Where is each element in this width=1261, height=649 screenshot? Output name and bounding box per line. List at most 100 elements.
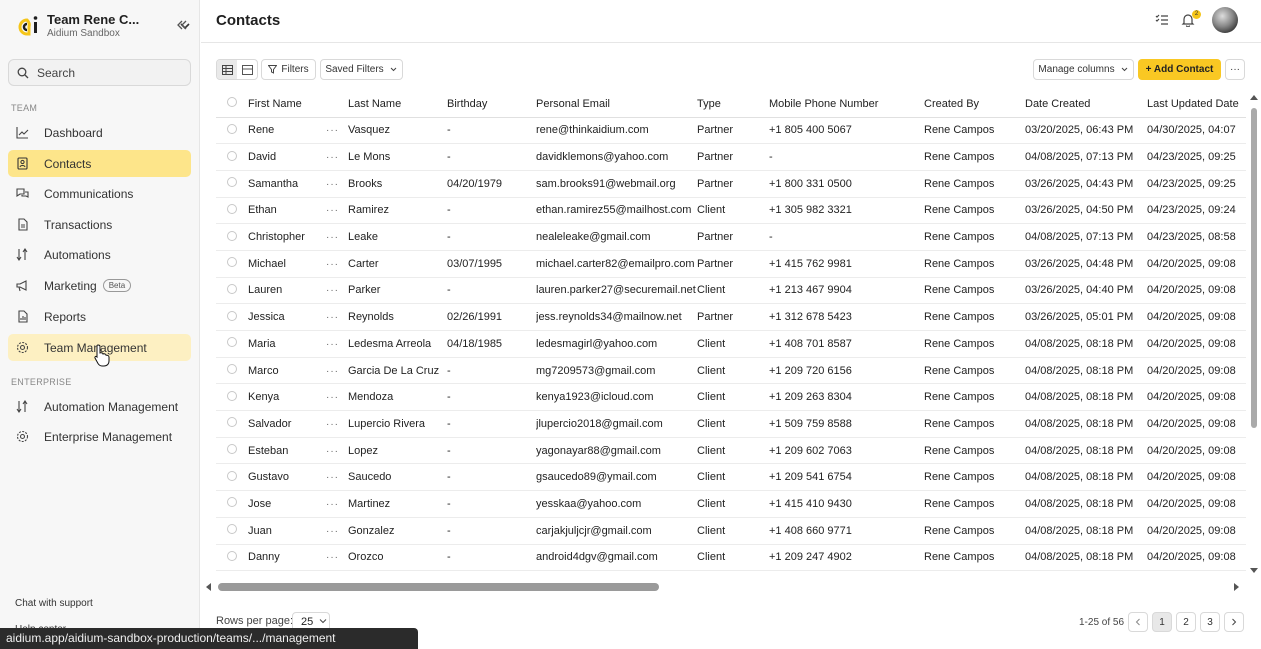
chat-support-link[interactable]: Chat with support [15,598,93,609]
column-header[interactable]: First Name [248,91,326,118]
board-view-button[interactable] [237,60,257,79]
table-row[interactable]: Christopher ··· Leake - nealeleake@gmail.com… [216,223,1246,251]
table-view-button[interactable] [217,60,237,79]
row-checkbox[interactable] [216,490,248,518]
row-actions-icon[interactable]: ··· [326,517,348,545]
table-row[interactable]: Salvador ··· Lupercio Rivera - jlupercio2018… [216,410,1246,438]
row-actions-icon[interactable]: ··· [326,463,348,492]
row-checkbox[interactable] [216,410,248,438]
row-actions-icon[interactable]: ··· [326,170,348,198]
row-checkbox[interactable] [216,277,248,305]
page-button-1[interactable]: 1 [1152,612,1172,632]
row-actions-icon[interactable]: ··· [326,357,348,385]
row-checkbox[interactable] [216,437,248,465]
table-cell: Ledesma Arreola [348,330,447,358]
row-actions-icon[interactable]: ··· [326,143,348,171]
sidebar-item-transactions[interactable]: Transactions [8,211,191,238]
saved-filters-dropdown[interactable]: Saved Filters [320,59,403,80]
row-checkbox[interactable] [216,117,248,145]
table-cell: Danny [248,544,326,572]
table-cell: Partner [697,170,769,198]
row-checkbox[interactable] [216,517,248,545]
table-row[interactable]: Gustavo ··· Saucedo - gsaucedo89@ymail.com Cl… [216,463,1246,492]
row-actions-icon[interactable]: ··· [326,223,348,251]
row-checkbox[interactable] [216,544,248,572]
row-actions-icon[interactable]: ··· [326,303,348,331]
sidebar-item-contacts[interactable]: Contacts [8,150,191,177]
table-row[interactable]: Maria ··· Ledesma Arreola 04/18/1985 ledesma… [216,330,1246,358]
row-actions-icon[interactable]: ··· [326,410,348,438]
row-actions-icon[interactable]: ··· [326,437,348,465]
table-row[interactable]: Lauren ··· Parker - lauren.parker27@securema… [216,277,1246,305]
column-header[interactable]: Last Updated Date [1147,91,1246,118]
row-actions-icon[interactable]: ··· [326,383,348,412]
row-checkbox[interactable] [216,223,248,251]
row-actions-icon[interactable]: ··· [326,490,348,518]
row-checkbox[interactable] [216,330,248,358]
table-row[interactable]: Juan ··· Gonzalez - carjakjuljcjr@gmail.com C… [216,517,1246,545]
row-checkbox[interactable] [216,197,248,225]
table-cell: 04/23/2025, 09:25 [1147,170,1246,198]
row-actions-icon[interactable]: ··· [326,277,348,305]
table-cell: Rene Campos [924,250,1025,278]
row-checkbox[interactable] [216,463,248,492]
column-header[interactable]: Type [697,91,769,118]
vertical-scroll-thumb[interactable] [1251,108,1257,428]
table-row[interactable]: Marco ··· Garcia De La Cruz - mg7209573@gmai… [216,357,1246,385]
row-checkbox[interactable] [216,383,248,412]
next-page-button[interactable] [1224,612,1244,632]
row-actions-icon[interactable]: ··· [326,330,348,358]
table-cell: +1 305 982 3321 [769,197,924,225]
sidebar-item-automations[interactable]: Automations [8,241,191,268]
row-checkbox[interactable] [216,170,248,198]
sidebar-item-automation-management[interactable]: Automation Management [8,393,191,420]
table-row[interactable]: Danny ··· Orozco - android4dgv@gmail.com Clie… [216,544,1246,572]
row-actions-icon[interactable]: ··· [326,117,348,145]
sidebar-item-reports[interactable]: Reports [8,303,191,330]
add-contact-button[interactable]: + Add Contact [1138,59,1221,80]
select-all-checkbox[interactable] [216,91,248,118]
row-checkbox[interactable] [216,357,248,385]
table-cell: Le Mons [348,143,447,171]
column-header[interactable]: Date Created [1025,91,1147,118]
manage-columns-dropdown[interactable]: Manage columns [1033,59,1134,80]
horizontal-scroll-thumb[interactable] [218,583,659,591]
sidebar-item-communications[interactable]: Communications [8,180,191,207]
column-header[interactable]: Mobile Phone Number [769,91,924,118]
more-options-button[interactable]: ··· [1225,59,1245,80]
sidebar-item-dashboard[interactable]: Dashboard [8,119,191,146]
collapse-sidebar-icon[interactable] [174,18,188,32]
page-button-3[interactable]: 3 [1200,612,1220,632]
user-avatar[interactable] [1212,7,1238,33]
table-row[interactable]: Esteban ··· Lopez - yagonayar88@gmail.com Cli… [216,437,1246,465]
table-row[interactable]: Samantha ··· Brooks 04/20/1979 sam.brooks91@… [216,170,1246,198]
checklist-icon[interactable] [1155,13,1169,27]
column-header[interactable]: Created By [924,91,1025,118]
table-row[interactable]: Kenya ··· Mendoza - kenya1923@icloud.com Clie… [216,383,1246,412]
row-actions-icon[interactable]: ··· [326,250,348,278]
table-row[interactable]: Michael ··· Carter 03/07/1995 michael.carter… [216,250,1246,278]
table-row[interactable]: David ··· Le Mons - davidklemons@yahoo.com Pa… [216,143,1246,171]
search-input[interactable]: Search [8,59,191,86]
team-switcher[interactable]: Team Rene C... Aidium Sandbox [16,11,192,41]
column-header[interactable]: Personal Email [536,91,697,118]
row-checkbox[interactable] [216,250,248,278]
prev-page-button[interactable] [1128,612,1148,632]
table-row[interactable]: Jose ··· Martinez - yesskaa@yahoo.com Client +… [216,490,1246,518]
table-cell: 03/26/2025, 04:43 PM [1025,170,1147,198]
row-checkbox[interactable] [216,143,248,171]
table-cell: Christopher [248,223,326,251]
table-row[interactable]: Rene ··· Vasquez - rene@thinkaidium.com Partn… [216,117,1246,145]
sidebar-item-enterprise-management[interactable]: Enterprise Management [8,423,191,450]
row-actions-icon[interactable]: ··· [326,197,348,225]
table-row[interactable]: Ethan ··· Ramirez - ethan.ramirez55@mailhost… [216,197,1246,225]
contacts-table-container[interactable]: First Name Last Name Birthday Personal E… [216,91,1246,579]
page-button-2[interactable]: 2 [1176,612,1196,632]
filters-button[interactable]: Filters [261,59,316,80]
sidebar-item-marketing[interactable]: Marketing Beta [8,272,191,299]
row-checkbox[interactable] [216,303,248,331]
table-row[interactable]: Jessica ··· Reynolds 02/26/1991 jess.reynold… [216,303,1246,331]
row-actions-icon[interactable]: ··· [326,544,348,572]
column-header[interactable]: Last Name [348,91,447,118]
column-header[interactable]: Birthday [447,91,536,118]
